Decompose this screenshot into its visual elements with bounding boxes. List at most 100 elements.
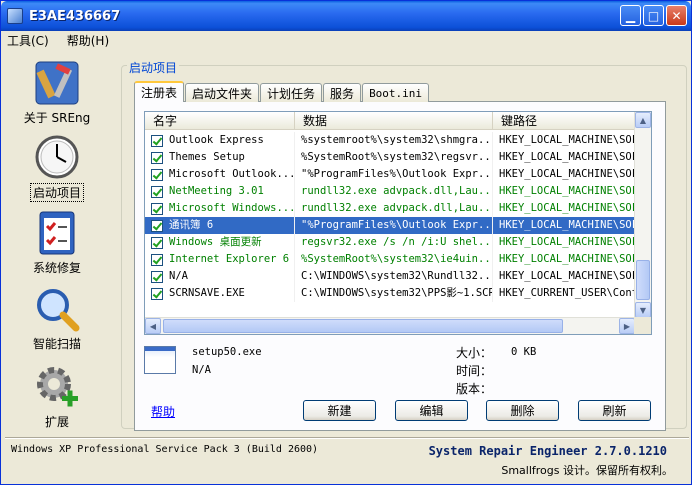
row-checkbox[interactable]: [151, 134, 163, 147]
close-button[interactable]: ✕: [666, 5, 687, 26]
table-row[interactable]: Microsoft Windows... rundll32.exe advpack…: [145, 200, 635, 217]
scroll-left-button[interactable]: ◀: [145, 318, 161, 334]
sidebar-item-extend[interactable]: 扩展: [5, 363, 109, 430]
tools-icon: [33, 59, 81, 107]
horizontal-scroll-thumb[interactable]: [163, 319, 563, 333]
row-name-cell: Microsoft Outlook...: [145, 166, 295, 183]
scroll-up-button[interactable]: ▲: [635, 112, 651, 128]
vertical-scrollbar[interactable]: ▲ ▼: [634, 112, 651, 318]
row-checkbox[interactable]: [151, 253, 163, 266]
row-checkbox[interactable]: [151, 236, 163, 249]
sidebar-item-startup[interactable]: 启动项目: [5, 133, 109, 202]
tab-startup-folder[interactable]: 启动文件夹: [185, 83, 260, 102]
table-row[interactable]: Internet Explorer 6 %SystemRoot%\system32…: [145, 251, 635, 268]
os-version-text: Windows XP Professional Service Pack 3 (…: [11, 444, 319, 455]
tab-boot-ini[interactable]: Boot.ini: [362, 83, 430, 102]
sidebar-item-about[interactable]: 关于 SREng: [5, 59, 109, 126]
arrow-down-icon: ▼: [639, 305, 647, 315]
table-row[interactable]: Outlook Express %systemroot%\system32\shm…: [145, 132, 635, 149]
refresh-button[interactable]: 刷新: [578, 400, 651, 421]
table-row[interactable]: SCRNSAVE.EXE C:\WINDOWS\system32\PPS影~1.S…: [145, 285, 635, 302]
row-name: Outlook Express: [169, 134, 264, 146]
help-link[interactable]: 帮助: [151, 403, 175, 420]
row-checkbox[interactable]: [151, 151, 163, 164]
row-data: "%ProgramFiles%\Outlook Expr...: [295, 166, 493, 183]
sidebar-item-smart-scan[interactable]: 智能扫描: [5, 285, 109, 352]
edit-button[interactable]: 编辑: [395, 400, 468, 421]
scroll-down-button[interactable]: ▼: [635, 302, 651, 318]
file-window-icon: [144, 346, 176, 374]
menu-help[interactable]: 帮助(H): [67, 32, 109, 49]
footer-divider: [5, 437, 689, 439]
row-name-cell: Internet Explorer 6: [145, 251, 295, 268]
checklist-icon: [33, 209, 81, 257]
row-checkbox[interactable]: [151, 287, 163, 300]
row-checkbox[interactable]: [151, 185, 163, 198]
new-button[interactable]: 新建: [303, 400, 376, 421]
row-path: HKEY_LOCAL_MACHINE\SOF: [493, 251, 635, 268]
row-path: HKEY_LOCAL_MACHINE\SOF: [493, 149, 635, 166]
sidebar-item-label: 启动项目: [29, 183, 84, 202]
group-title: 启动项目: [127, 59, 180, 76]
table-row[interactable]: Windows 桌面更新 regsvr32.exe /s /n /i:U shel…: [145, 234, 635, 251]
row-name: NetMeeting 3.01: [169, 185, 264, 197]
column-header-data[interactable]: 数据: [295, 112, 493, 130]
sidebar-item-repair[interactable]: 系统修复: [5, 209, 109, 276]
row-path: HKEY_CURRENT_USER\Cont: [493, 285, 635, 302]
arrow-up-icon: ▲: [639, 115, 647, 125]
menu-tools[interactable]: 工具(C): [7, 32, 49, 49]
row-checkbox[interactable]: [151, 202, 163, 215]
table-row[interactable]: 通讯簿 6 "%ProgramFiles%\Outlook Expr... HKEY…: [145, 217, 635, 234]
row-name: Microsoft Outlook...: [169, 168, 295, 180]
detail-size-label: 大小：: [456, 346, 493, 360]
row-name-cell: NetMeeting 3.01: [145, 183, 295, 200]
row-path: HKEY_LOCAL_MACHINE\SOF: [493, 200, 635, 217]
row-name: SCRNSAVE.EXE: [169, 287, 245, 299]
row-path: HKEY_LOCAL_MACHINE\SOF: [493, 166, 635, 183]
startup-list[interactable]: 名字 数据 键路径 Outlook Express %systemroot%\sy…: [144, 111, 652, 335]
tab-services[interactable]: 服务: [323, 83, 362, 102]
arrow-right-icon: ▶: [623, 321, 631, 331]
table-row[interactable]: Themes Setup %SystemRoot%\system32\regsvr…: [145, 149, 635, 166]
row-data: C:\WINDOWS\system32\Rundll32...: [295, 268, 493, 285]
row-data: %systemroot%\system32\shmgra...: [295, 132, 493, 149]
scroll-corner: [634, 317, 651, 334]
clock-icon: [33, 133, 81, 181]
column-header-path[interactable]: 键路径: [493, 112, 635, 130]
row-name: Microsoft Windows...: [169, 202, 295, 214]
tab-strip: 注册表 启动文件夹 计划任务 服务 Boot.ini: [134, 81, 430, 102]
maximize-button[interactable]: □: [643, 5, 664, 26]
scroll-right-button[interactable]: ▶: [619, 318, 635, 334]
row-checkbox[interactable]: [151, 270, 163, 283]
row-data: "%ProgramFiles%\Outlook Expr...: [295, 217, 493, 234]
table-row[interactable]: NetMeeting 3.01 rundll32.exe advpack.dll,…: [145, 183, 635, 200]
horizontal-scrollbar[interactable]: ◀ ▶: [145, 317, 635, 334]
row-name: Internet Explorer 6: [169, 253, 290, 265]
row-name: 通讯簿 6: [169, 219, 214, 231]
row-data: rundll32.exe advpack.dll,Lau...: [295, 183, 493, 200]
row-checkbox[interactable]: [151, 219, 163, 232]
column-header-name[interactable]: 名字: [145, 112, 295, 130]
delete-button[interactable]: 删除: [486, 400, 559, 421]
minimize-icon: ▁: [625, 8, 636, 23]
detail-company: N/A: [192, 364, 211, 376]
title-buttons: ▁ □ ✕: [620, 5, 687, 26]
table-row[interactable]: Microsoft Outlook... "%ProgramFiles%\Outl…: [145, 166, 635, 183]
maximize-icon: □: [647, 8, 660, 23]
tab-scheduled-tasks[interactable]: 计划任务: [260, 83, 323, 102]
app-version-text: System Repair Engineer 2.7.0.1210: [428, 444, 667, 458]
minimize-button[interactable]: ▁: [620, 5, 641, 26]
detail-version-label: 版本：: [456, 382, 493, 396]
title-bar[interactable]: E3AE436667 ▁ □ ✕: [1, 1, 691, 31]
tab-registry[interactable]: 注册表: [134, 81, 185, 102]
table-row[interactable]: N/A C:\WINDOWS\system32\Rundll32... HKEY_L…: [145, 268, 635, 285]
row-name-cell: Outlook Express: [145, 132, 295, 149]
row-data: regsvr32.exe /s /n /i:U shel...: [295, 234, 493, 251]
row-checkbox[interactable]: [151, 168, 163, 181]
row-name-cell: N/A: [145, 268, 295, 285]
row-path: HKEY_LOCAL_MACHINE\SOF: [493, 217, 635, 234]
detail-size-value: 0 KB: [511, 346, 537, 358]
row-path: HKEY_LOCAL_MACHINE\SOF: [493, 268, 635, 285]
row-name: Themes Setup: [169, 151, 245, 163]
vertical-scroll-thumb[interactable]: [636, 260, 650, 300]
